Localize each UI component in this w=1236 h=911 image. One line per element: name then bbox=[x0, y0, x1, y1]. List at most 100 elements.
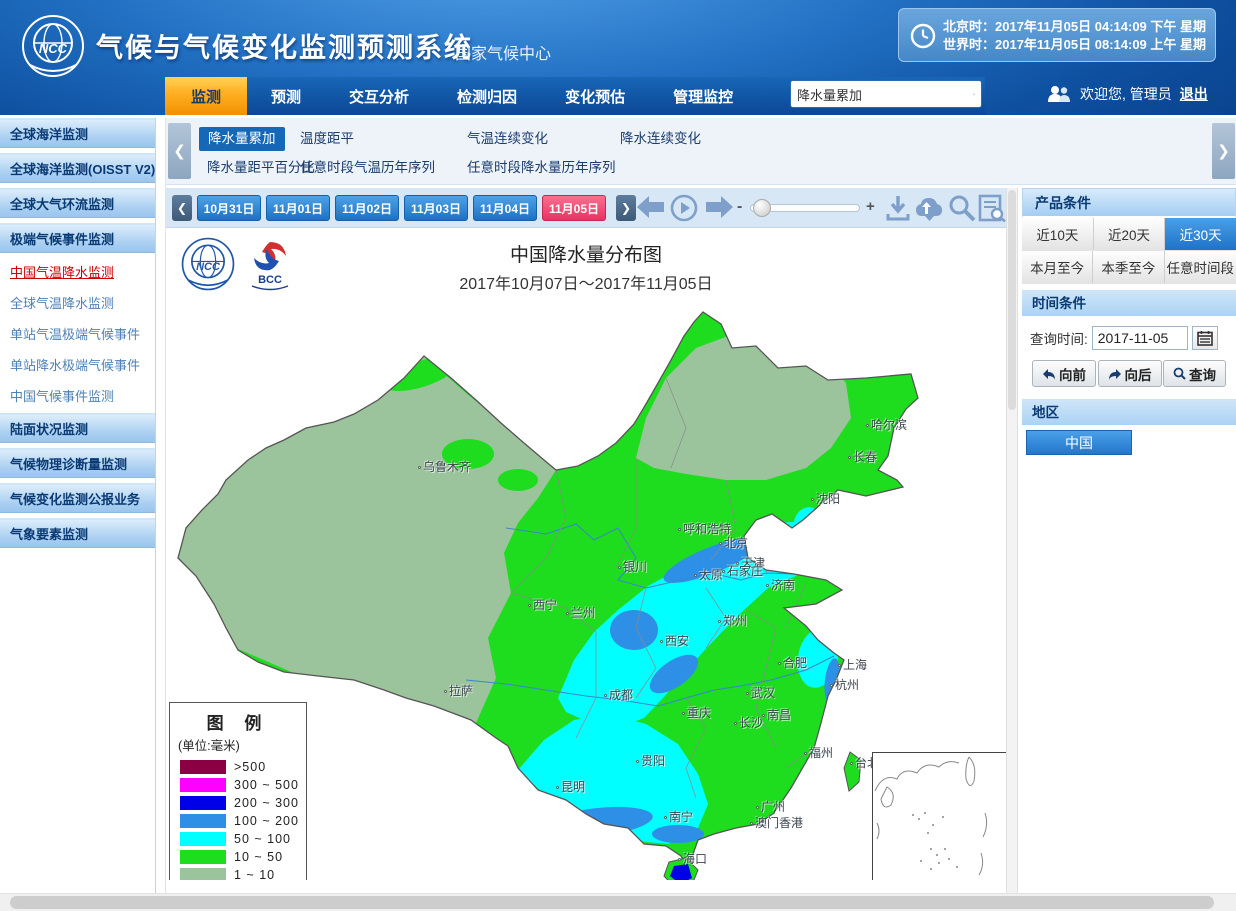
subnav-item-temp-anomaly[interactable]: 温度距平 bbox=[300, 127, 354, 151]
logout-link[interactable]: 退出 bbox=[1180, 84, 1208, 104]
date-buttons: 10月31日11月01日11月02日11月03日11月04日11月05日 bbox=[197, 195, 606, 221]
range-近20天[interactable]: 近20天 bbox=[1094, 218, 1166, 250]
subnav-item-temp-series[interactable]: 任意时段气温历年序列 bbox=[300, 156, 435, 180]
time-conditions-header: 时间条件 bbox=[1022, 290, 1236, 316]
step-forward-icon[interactable] bbox=[704, 194, 734, 220]
horizontal-scrollbar-thumb[interactable] bbox=[10, 896, 1214, 909]
range-row-2: 本月至今本季至今任意时间段 bbox=[1022, 251, 1236, 284]
range-近30天[interactable]: 近30天 bbox=[1165, 218, 1236, 250]
subnav-item-rain-series[interactable]: 任意时段降水量历年序列 bbox=[467, 156, 616, 180]
doc-preview-icon[interactable] bbox=[978, 194, 1006, 222]
tab-6[interactable]: 管理监控 bbox=[649, 77, 757, 115]
legend-unit: (单位:毫米) bbox=[178, 735, 306, 754]
product-conditions-header: 产品条件 bbox=[1022, 188, 1236, 218]
query-date-input[interactable] bbox=[1092, 326, 1188, 350]
zoom-in-plus[interactable]: + bbox=[866, 198, 875, 215]
city-label-重庆: 重庆 bbox=[682, 704, 711, 721]
sidebar-item-12[interactable]: 气候变化监测公报业务 bbox=[0, 483, 155, 513]
prev-button[interactable]: 向前 bbox=[1032, 360, 1096, 387]
sidebar: 全球海洋监测全球海洋监测(OISST V2) 全球大气环流监测极端气候事件监测中国… bbox=[0, 118, 156, 893]
app-subtitle: 国家气候中心 bbox=[455, 40, 551, 64]
city-label-成都: 成都 bbox=[604, 686, 633, 703]
tab-3[interactable]: 交互分析 bbox=[325, 77, 433, 115]
city-label-海口: 海口 bbox=[678, 850, 707, 867]
map-vertical-scrollbar[interactable] bbox=[1006, 188, 1018, 893]
city-label-长春: 长春 bbox=[848, 448, 877, 465]
search-icon[interactable] bbox=[973, 86, 975, 103]
date-button-1[interactable]: 10月31日 bbox=[197, 195, 261, 221]
city-label-昆明: 昆明 bbox=[556, 778, 585, 795]
date-button-4[interactable]: 11月03日 bbox=[404, 195, 468, 221]
step-back-icon[interactable] bbox=[636, 194, 666, 220]
legend-rows: >500300 ~ 500200 ~ 300100 ~ 20050 ~ 1001… bbox=[180, 758, 306, 880]
query-button[interactable]: 查询 bbox=[1163, 360, 1226, 387]
sidebar-item-8[interactable]: 单站降水极端气候事件 bbox=[0, 351, 155, 381]
sidebar-item-2[interactable]: 全球海洋监测(OISST V2) bbox=[0, 153, 155, 183]
sidebar-item-7[interactable]: 单站气温极端气候事件 bbox=[0, 320, 155, 350]
forward-arrow-icon bbox=[1108, 368, 1122, 380]
city-label-北京: 北京 bbox=[719, 534, 748, 551]
ncc-logo-icon: NCC bbox=[20, 13, 86, 79]
map-panel: NCC BCC 中国降水量分布图 2017年10月07日～2017年11月05日 bbox=[166, 228, 1006, 880]
city-label-西宁: 西宁 bbox=[528, 596, 557, 613]
sidebar-item-10[interactable]: 陆面状况监测 bbox=[0, 413, 155, 443]
range-本月至今[interactable]: 本月至今 bbox=[1022, 251, 1093, 283]
sidebar-item-1[interactable]: 全球海洋监测 bbox=[0, 118, 155, 148]
city-label-拉萨: 拉萨 bbox=[444, 682, 473, 699]
dates-prev-chevron[interactable]: ❮ bbox=[172, 195, 192, 221]
tab-1[interactable]: 监测 bbox=[165, 77, 247, 115]
subnav-item-rain-cont[interactable]: 降水连续变化 bbox=[620, 127, 701, 151]
dates-next-chevron[interactable]: ❯ bbox=[616, 195, 636, 221]
sidebar-divider bbox=[156, 118, 166, 893]
cloud-sync-icon[interactable] bbox=[914, 194, 944, 222]
subnav-item-rain-accum[interactable]: 降水量累加 bbox=[199, 127, 285, 151]
app: NCC 气候与气候变化监测预测系统 国家气候中心 北京时：2017年11月05日… bbox=[0, 0, 1236, 911]
download-icon[interactable] bbox=[885, 194, 911, 222]
sidebar-item-6[interactable]: 全球气温降水监测 bbox=[0, 289, 155, 319]
sidebar-item-3[interactable]: 全球大气环流监测 bbox=[0, 188, 155, 218]
range-任意时间段[interactable]: 任意时间段 bbox=[1165, 251, 1236, 283]
subnav: ❮ 降水量累加 温度距平 气温连续变化 降水连续变化 降水量距平百分比 任意时段… bbox=[166, 118, 1236, 185]
city-label-西安: 西安 bbox=[660, 632, 689, 649]
sidebar-item-13[interactable]: 气象要素监测 bbox=[0, 518, 155, 548]
subnav-collapse-chevron[interactable]: ❮ bbox=[168, 123, 191, 179]
play-icon[interactable] bbox=[670, 194, 698, 222]
next-button[interactable]: 向后 bbox=[1098, 360, 1162, 387]
search-input[interactable] bbox=[797, 87, 973, 102]
date-button-6[interactable]: 11月05日 bbox=[542, 195, 606, 221]
subnav-expand-chevron[interactable]: ❯ bbox=[1212, 123, 1235, 179]
sidebar-item-11[interactable]: 气候物理诊断量监测 bbox=[0, 448, 155, 478]
legend-row-1: >500 bbox=[180, 758, 306, 776]
tab-2[interactable]: 预测 bbox=[247, 77, 325, 115]
sidebar-item-9[interactable]: 中国气候事件监测 bbox=[0, 382, 155, 412]
region-china-button[interactable]: 中国 bbox=[1026, 430, 1132, 455]
user-icon bbox=[1046, 85, 1072, 103]
subnav-item-temp-cont[interactable]: 气温连续变化 bbox=[467, 127, 548, 151]
back-arrow-icon bbox=[1042, 368, 1056, 380]
sidebar-item-4[interactable]: 极端气候事件监测 bbox=[0, 223, 155, 253]
inset-islands-dots bbox=[884, 812, 958, 880]
right-panel: 产品条件 近10天近20天近30天 本月至今本季至今任意时间段 时间条件 查询时… bbox=[1022, 188, 1236, 893]
city-label-广州: 广州 bbox=[756, 798, 785, 815]
magnifier-icon[interactable] bbox=[948, 194, 976, 222]
map-legend: 图 例 (单位:毫米) >500300 ~ 500200 ~ 300100 ~ … bbox=[169, 702, 307, 880]
zoom-slider-knob[interactable] bbox=[753, 199, 771, 217]
range-近10天[interactable]: 近10天 bbox=[1022, 218, 1094, 250]
search-box[interactable] bbox=[790, 80, 982, 108]
zoom-out-minus[interactable]: - bbox=[737, 198, 742, 216]
city-label-澳门香港: 澳门香港 bbox=[750, 814, 803, 831]
horizontal-scrollbar[interactable] bbox=[0, 893, 1236, 911]
range-本季至今[interactable]: 本季至今 bbox=[1093, 251, 1164, 283]
legend-row-3: 200 ~ 300 bbox=[180, 794, 306, 812]
tab-5[interactable]: 变化预估 bbox=[541, 77, 649, 115]
calendar-button[interactable] bbox=[1192, 326, 1218, 350]
sidebar-item-5[interactable]: 中国气温降水监测 bbox=[0, 258, 155, 288]
date-button-5[interactable]: 11月04日 bbox=[473, 195, 537, 221]
zoom-slider[interactable] bbox=[750, 204, 860, 212]
date-button-3[interactable]: 11月02日 bbox=[335, 195, 399, 221]
date-button-2[interactable]: 11月01日 bbox=[266, 195, 330, 221]
subnav-item-rain-anomaly-pct[interactable]: 降水量距平百分比 bbox=[207, 156, 315, 180]
map-region-blue-sichuan bbox=[610, 610, 658, 650]
tab-4[interactable]: 检测归因 bbox=[433, 77, 541, 115]
city-label-南宁: 南宁 bbox=[664, 808, 693, 825]
